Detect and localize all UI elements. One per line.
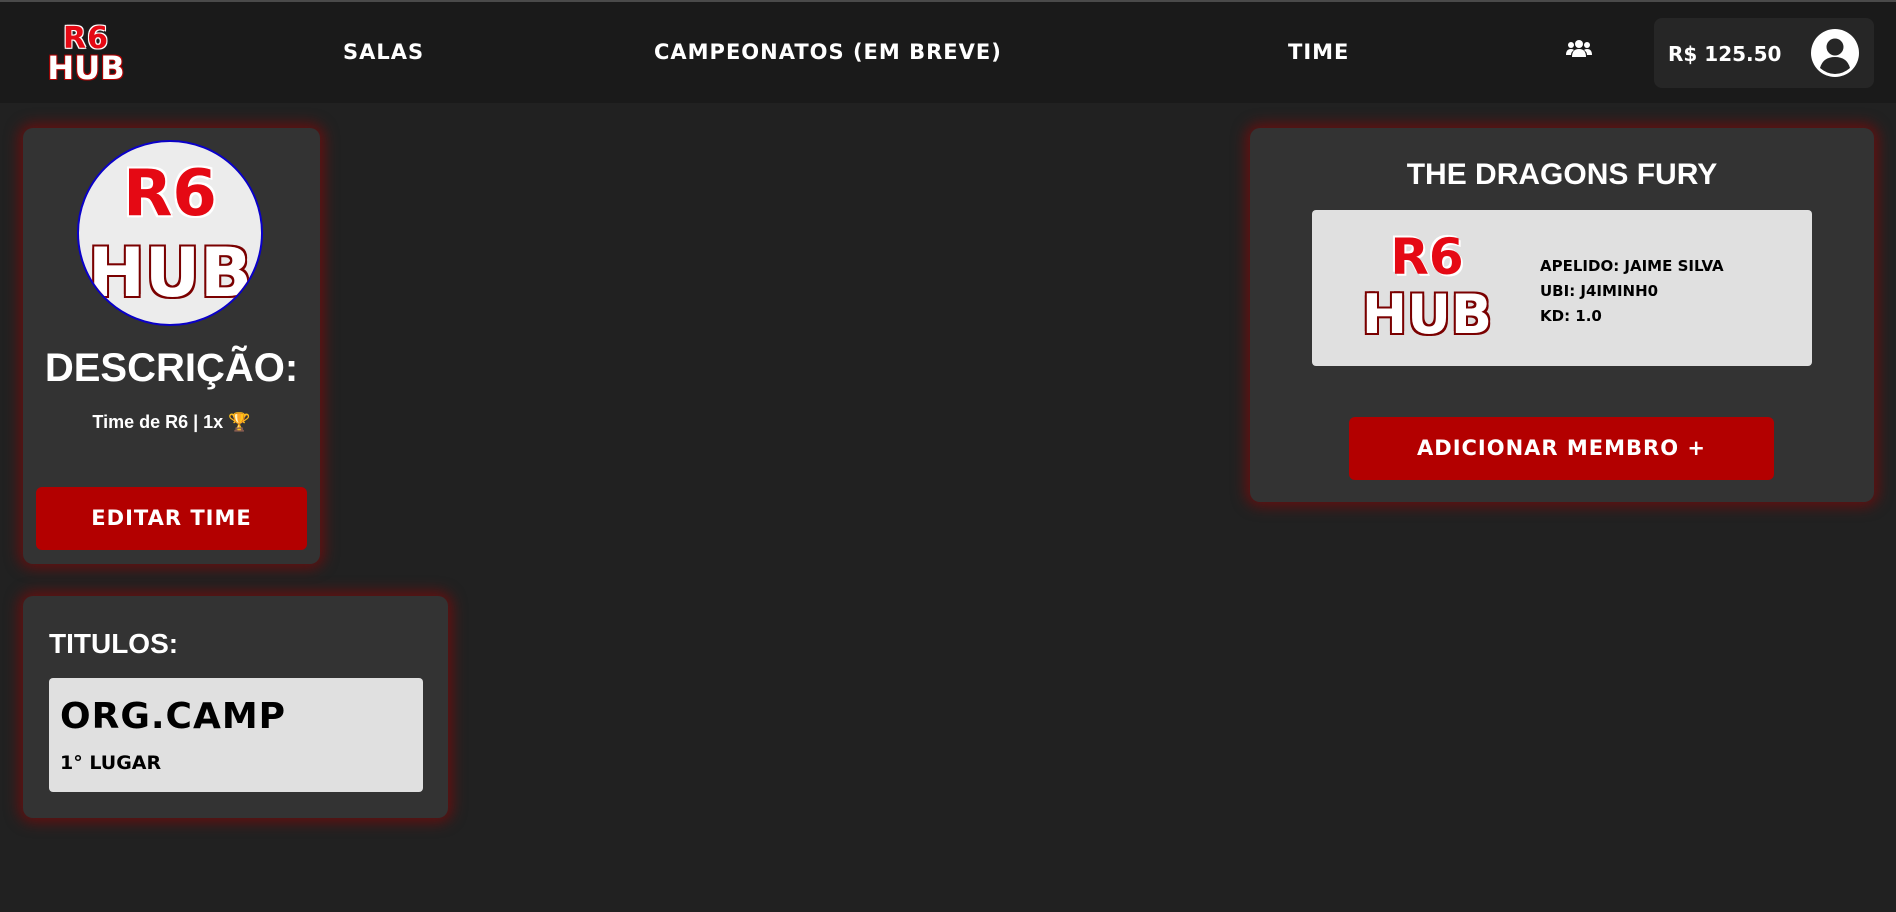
wallet-balance: R$ 125.50 bbox=[1668, 42, 1782, 66]
member-avatar: R6 HUB bbox=[1332, 232, 1522, 344]
team-logo-text-hub: HUB bbox=[88, 234, 252, 313]
brand-logo[interactable]: R6 HUB bbox=[30, 24, 142, 86]
title-name: ORG.CAMP bbox=[60, 696, 287, 737]
wallet-account-box[interactable]: R$ 125.50 bbox=[1654, 18, 1874, 88]
nav-link-salas[interactable]: SALAS bbox=[343, 40, 424, 64]
title-placement: 1° LUGAR bbox=[60, 752, 162, 774]
member-kd: KD: 1.0 bbox=[1540, 307, 1602, 325]
top-navbar: R6 HUB SALAS CAMPEONATOS (EM BREVE) TIME… bbox=[0, 0, 1896, 103]
titles-card: TITULOS: ORG.CAMP 1° LUGAR bbox=[23, 596, 448, 818]
logo-text-hub: HUB bbox=[47, 49, 125, 87]
team-profile-card: R6 HUB DESCRIÇÃO: Time de R6 | 1x 🏆 EDIT… bbox=[23, 128, 320, 564]
member-logo-text-r6: R6 bbox=[1390, 228, 1464, 286]
description-text: Time de R6 | 1x 🏆 bbox=[92, 412, 251, 432]
team-name: THE DRAGONS FURY bbox=[1406, 158, 1718, 191]
member-nickname: APELIDO: JAIME SILVA bbox=[1540, 257, 1724, 275]
member-logo-text-hub: HUB bbox=[1361, 283, 1493, 346]
title-item: ORG.CAMP 1° LUGAR bbox=[49, 678, 423, 792]
users-icon[interactable] bbox=[1566, 38, 1592, 60]
user-circle-icon[interactable] bbox=[1810, 28, 1860, 78]
member-info: APELIDO: JAIME SILVA UBI: J4IMINH0 KD: 1… bbox=[1540, 254, 1724, 329]
add-member-button[interactable]: ADICIONAR MEMBRO + bbox=[1349, 417, 1774, 480]
team-members-card: THE DRAGONS FURY R6 HUB APELIDO: JAIME S… bbox=[1250, 128, 1874, 502]
titles-heading: TITULOS: bbox=[49, 628, 179, 659]
member-ubi: UBI: J4IMINH0 bbox=[1540, 282, 1659, 300]
member-card[interactable]: R6 HUB APELIDO: JAIME SILVA UBI: J4IMINH… bbox=[1312, 210, 1812, 366]
nav-link-campeonatos[interactable]: CAMPEONATOS (EM BREVE) bbox=[654, 40, 1002, 64]
description-heading: DESCRIÇÃO: bbox=[44, 346, 299, 390]
edit-team-button[interactable]: EDITAR TIME bbox=[36, 487, 307, 550]
nav-link-time[interactable]: TIME bbox=[1288, 40, 1349, 64]
team-logo-text-r6: R6 bbox=[123, 157, 217, 231]
team-logo: R6 HUB bbox=[77, 140, 263, 326]
